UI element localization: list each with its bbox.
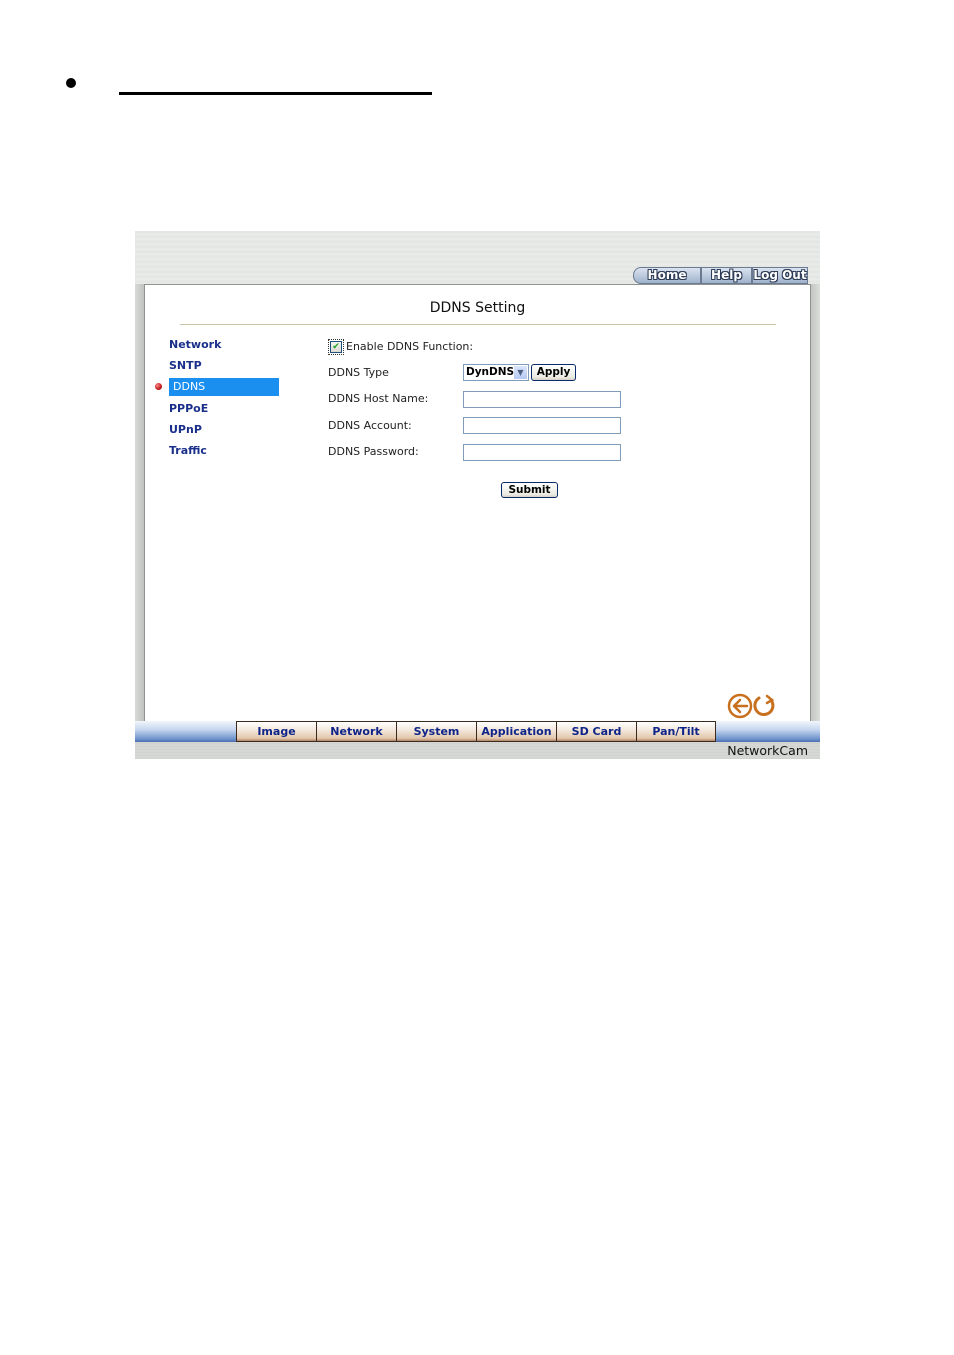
tab-application[interactable]: Application — [476, 721, 556, 742]
back-arrow-icon[interactable] — [727, 693, 753, 719]
help-button[interactable]: Help — [701, 267, 752, 284]
refresh-icon[interactable] — [753, 694, 775, 716]
logout-button[interactable]: Log Out — [752, 267, 808, 284]
account-input[interactable] — [463, 417, 621, 434]
bottom-nav-tabs: Image Network System Application SD Card… — [236, 721, 716, 742]
active-item-bullet-icon — [155, 383, 162, 390]
apply-button[interactable]: Apply — [531, 364, 576, 381]
enable-ddns-label: Enable DDNS Function: — [346, 340, 474, 353]
password-label: DDNS Password: — [328, 445, 419, 458]
action-icons — [727, 692, 777, 720]
host-name-label: DDNS Host Name: — [328, 392, 429, 405]
account-label: DDNS Account: — [328, 419, 412, 432]
content-top-border — [145, 284, 810, 285]
networkcam-window: Home Help Log Out DDNS Setting Network S… — [135, 231, 820, 759]
password-input[interactable] — [463, 444, 621, 461]
sidebar-item-sntp[interactable]: SNTP — [169, 357, 279, 375]
host-name-input[interactable] — [463, 391, 621, 408]
sidebar-item-ddns[interactable]: DDNS — [169, 378, 279, 396]
ddns-type-select[interactable]: DynDNS ▼ — [463, 364, 529, 381]
title-divider — [180, 324, 776, 325]
page-title: DDNS Setting — [429, 300, 526, 316]
top-nav: Home Help Log Out — [633, 267, 808, 284]
sidebar-item-upnp[interactable]: UPnP — [169, 421, 279, 439]
document-bullet — [66, 78, 76, 88]
right-frame-border — [810, 284, 820, 721]
tab-network[interactable]: Network — [316, 721, 396, 742]
checkmark-icon: ✔ — [330, 341, 342, 353]
document-heading-underline — [119, 92, 432, 95]
sidebar-item-pppoe[interactable]: PPPoE — [169, 400, 279, 418]
tab-system[interactable]: System — [396, 721, 476, 742]
sidebar-item-network[interactable]: Network — [169, 336, 279, 354]
ddns-type-label: DDNS Type — [328, 366, 389, 379]
ddns-type-value: DynDNS — [466, 366, 515, 378]
footer-band — [135, 742, 820, 759]
enable-ddns-checkbox[interactable]: ✔ — [328, 339, 344, 355]
tab-image[interactable]: Image — [236, 721, 316, 742]
submit-button[interactable]: Submit — [501, 482, 558, 498]
tab-sd-card[interactable]: SD Card — [556, 721, 636, 742]
tab-pan-tilt[interactable]: Pan/Tilt — [636, 721, 716, 742]
left-frame-border — [135, 284, 145, 721]
brand-label: NetworkCam — [727, 743, 808, 758]
sidebar-item-traffic[interactable]: Traffic — [169, 442, 279, 460]
home-button[interactable]: Home — [633, 267, 701, 284]
chevron-down-icon[interactable]: ▼ — [514, 366, 527, 379]
